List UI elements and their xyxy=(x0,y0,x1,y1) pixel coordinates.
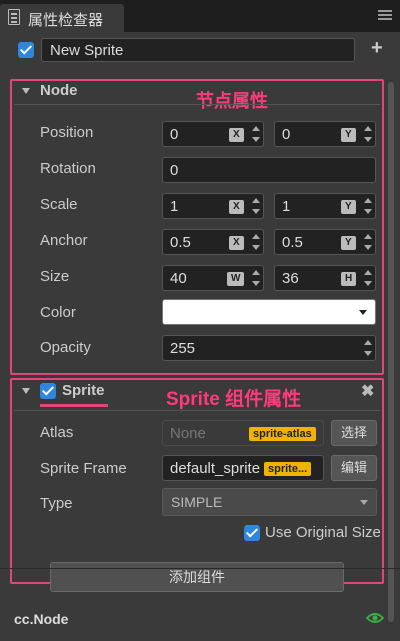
node-name-value: New Sprite xyxy=(50,42,124,59)
node-active-checkbox[interactable] xyxy=(18,42,34,58)
type-select[interactable]: SIMPLE xyxy=(162,488,377,516)
scale-y-input[interactable]: 1 Y xyxy=(274,193,376,219)
rotation-label: Rotation xyxy=(40,160,96,177)
add-component-button[interactable]: 添加组件 xyxy=(50,562,344,592)
color-label: Color xyxy=(40,304,76,321)
node-section-title[interactable]: Node xyxy=(40,82,78,99)
eye-icon[interactable] xyxy=(366,612,384,624)
size-height-input[interactable]: 36 H xyxy=(274,265,376,291)
sprite-frame-type-tag: sprite... xyxy=(264,462,312,476)
size-label: Size xyxy=(40,268,70,285)
anchor-x-stepper[interactable] xyxy=(251,231,261,253)
position-x-stepper[interactable] xyxy=(251,123,261,145)
plus-icon[interactable]: + xyxy=(371,37,383,60)
divider xyxy=(14,410,380,411)
position-y-stepper[interactable] xyxy=(363,123,373,145)
axis-x-badge: X xyxy=(229,200,244,214)
axis-y-badge: Y xyxy=(341,236,356,250)
atlas-field[interactable]: None sprite-atlas xyxy=(162,420,324,446)
axis-h-badge: H xyxy=(341,272,357,286)
close-icon[interactable]: ✖ xyxy=(361,381,374,401)
scale-label: Scale xyxy=(40,196,78,213)
tab-bar: 属性检查器 xyxy=(0,0,400,32)
position-y-input[interactable]: 0 Y xyxy=(274,121,376,147)
axis-x-badge: X xyxy=(229,236,244,250)
chevron-down-icon xyxy=(360,500,368,505)
sprite-title-underline xyxy=(40,404,108,407)
scale-x-input[interactable]: 1 X xyxy=(162,193,264,219)
color-picker[interactable] xyxy=(162,299,376,325)
sprite-collapse-icon[interactable] xyxy=(22,388,30,394)
select-atlas-button[interactable]: 选择 xyxy=(331,420,377,446)
menu-icon[interactable] xyxy=(378,10,392,20)
edit-sprite-button[interactable]: 编辑 xyxy=(331,455,377,481)
use-original-size-checkbox[interactable] xyxy=(244,525,260,541)
scrollbar[interactable] xyxy=(388,82,394,622)
sprite-frame-field[interactable]: default_sprite sprite... xyxy=(162,455,324,481)
use-original-size-label[interactable]: Use Original Size xyxy=(265,524,381,541)
node-name-input[interactable]: New Sprite xyxy=(41,38,355,62)
axis-x-badge: X xyxy=(229,128,244,142)
atlas-type-tag: sprite-atlas xyxy=(249,427,316,441)
tab-inspector[interactable]: 属性检查器 xyxy=(0,4,124,32)
sprite-section-title[interactable]: Sprite xyxy=(62,382,105,399)
node-section-note: 节点属性 xyxy=(196,91,268,111)
tab-label: 属性检查器 xyxy=(28,12,104,29)
rotation-input[interactable]: 0 xyxy=(162,157,376,183)
opacity-input[interactable]: 255 xyxy=(162,335,376,361)
position-x-input[interactable]: 0 X xyxy=(162,121,264,147)
sprite-enabled-checkbox[interactable] xyxy=(40,383,56,399)
anchor-x-input[interactable]: 0.5 X xyxy=(162,229,264,255)
axis-y-badge: Y xyxy=(341,200,356,214)
inspector-panel: New Sprite + Node 节点属性 Position 0 X 0 Y … xyxy=(0,32,400,641)
anchor-y-stepper[interactable] xyxy=(363,231,373,253)
footer-divider xyxy=(0,568,400,569)
axis-w-badge: W xyxy=(227,272,245,286)
size-height-stepper[interactable] xyxy=(363,267,373,289)
footer-node-type: cc.Node xyxy=(14,611,69,627)
anchor-label: Anchor xyxy=(40,232,88,249)
scale-x-stepper[interactable] xyxy=(251,195,261,217)
sprite-section-note: Sprite 组件属性 xyxy=(166,389,302,410)
divider xyxy=(14,104,380,105)
opacity-stepper[interactable] xyxy=(363,337,373,359)
sprite-frame-label: Sprite Frame xyxy=(40,460,127,477)
scale-y-stepper[interactable] xyxy=(363,195,373,217)
inspector-icon xyxy=(8,9,20,25)
size-width-input[interactable]: 40 W xyxy=(162,265,264,291)
type-label: Type xyxy=(40,495,73,512)
size-width-stepper[interactable] xyxy=(251,267,261,289)
axis-y-badge: Y xyxy=(341,128,356,142)
opacity-label: Opacity xyxy=(40,339,91,356)
atlas-label: Atlas xyxy=(40,424,74,441)
anchor-y-input[interactable]: 0.5 Y xyxy=(274,229,376,255)
node-collapse-icon[interactable] xyxy=(22,88,30,94)
position-label: Position xyxy=(40,124,94,141)
chevron-down-icon xyxy=(359,310,367,315)
